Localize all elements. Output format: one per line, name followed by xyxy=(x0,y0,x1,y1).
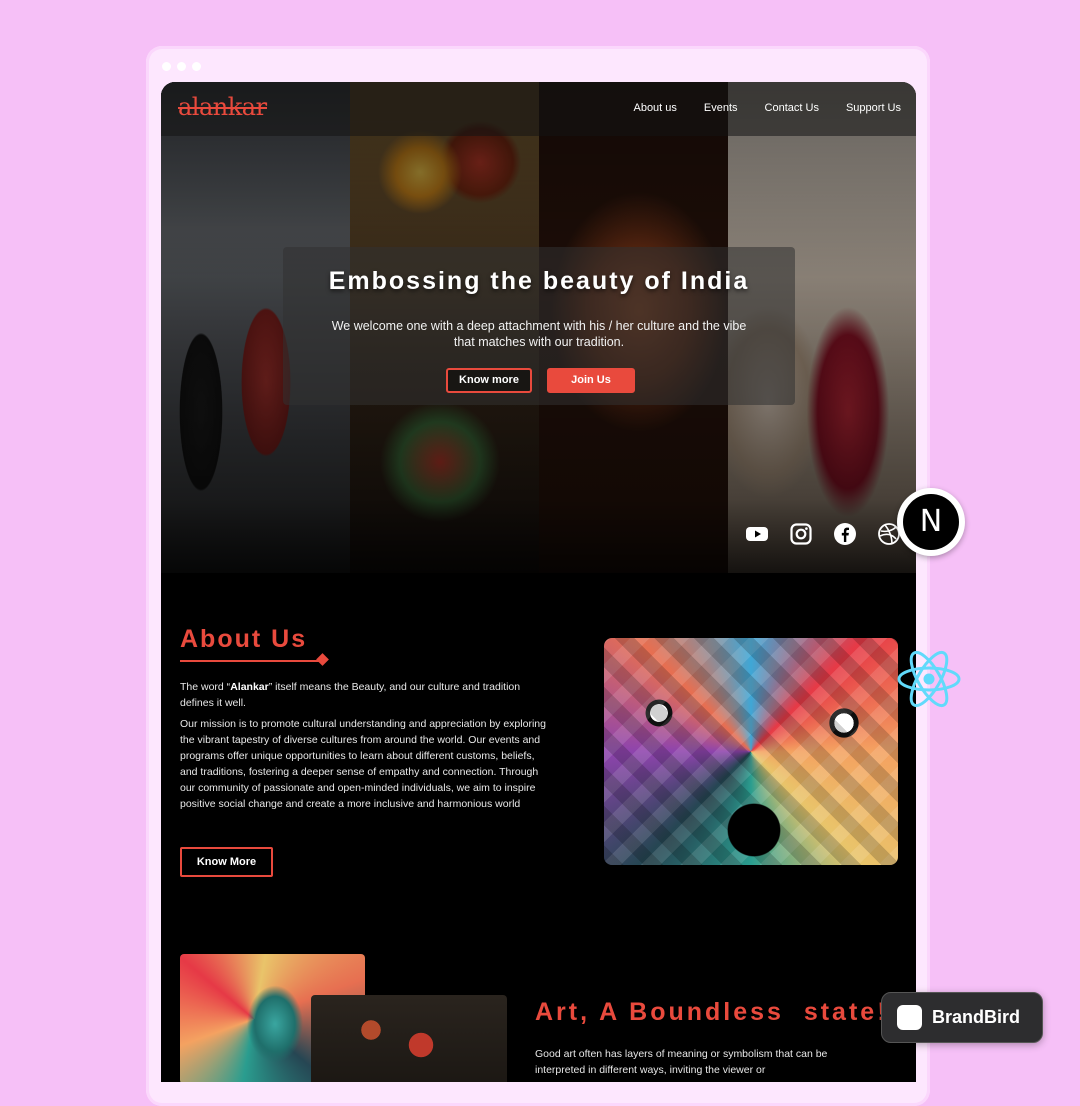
art-title: Art, A Boundless state! xyxy=(535,998,889,1026)
about-diamond xyxy=(316,653,329,666)
about-intro: The word “Alankar” itself means the Beau… xyxy=(180,681,521,709)
nav-contact[interactable]: Contact Us xyxy=(765,102,819,114)
nextjs-icon: N xyxy=(903,494,959,550)
hero-section: alankar About us Events Contact Us Suppo… xyxy=(161,82,916,573)
site-logo[interactable]: alankar xyxy=(178,93,267,121)
nextjs-badge: N xyxy=(897,488,965,556)
hero-card: Embossing the beauty of India We welcome… xyxy=(283,247,795,405)
about-title: About Us xyxy=(180,625,308,653)
youtube-icon[interactable] xyxy=(745,522,769,546)
instagram-icon[interactable] xyxy=(789,522,813,546)
brandbird-logo-icon xyxy=(897,1005,922,1030)
window-dots xyxy=(162,62,201,71)
brandbird-label: BrandBird xyxy=(932,1007,1021,1027)
brandbird-badge: BrandBird xyxy=(881,992,1043,1043)
art-description: Good art often has layers of meaning or … xyxy=(535,1048,828,1076)
join-us-button[interactable]: Join Us xyxy=(547,368,635,393)
hero-subtitle: We welcome one with a deep attachment wi… xyxy=(331,319,747,349)
about-underline xyxy=(180,660,320,662)
about-artwork-image xyxy=(604,638,898,865)
hero-title: Embossing the beauty of India xyxy=(328,267,750,295)
nav-about[interactable]: About us xyxy=(633,102,676,114)
nav-menu: About us Events Contact Us Support Us xyxy=(633,102,901,114)
facebook-icon[interactable] xyxy=(833,522,857,546)
react-icon xyxy=(895,645,963,713)
social-links xyxy=(745,522,901,546)
about-know-more-button[interactable]: Know More xyxy=(180,847,273,877)
about-mission: Our mission is to promote cultural under… xyxy=(180,718,546,810)
art-image-flowers xyxy=(311,995,507,1082)
nav-support[interactable]: Support Us xyxy=(846,102,901,114)
nav-events[interactable]: Events xyxy=(704,102,738,114)
navbar: alankar About us Events Contact Us Suppo… xyxy=(161,82,916,136)
website-viewport: alankar About us Events Contact Us Suppo… xyxy=(161,82,916,1082)
know-more-button[interactable]: Know more xyxy=(446,368,532,393)
